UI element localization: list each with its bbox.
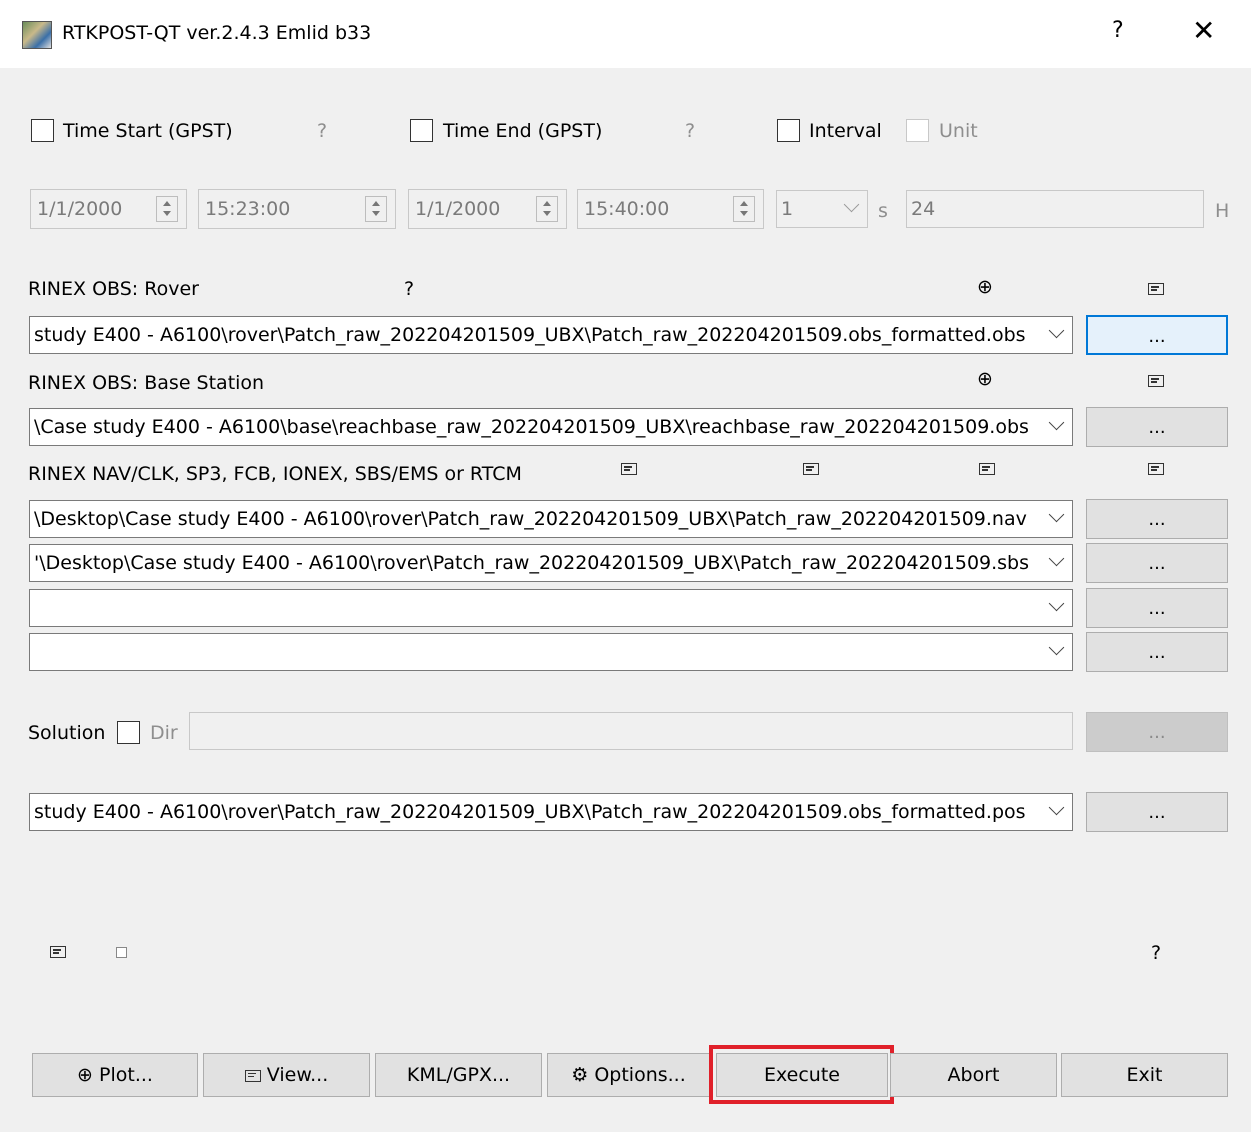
time-end-label: Time End (GPST) — [443, 120, 603, 142]
dir-field[interactable] — [189, 712, 1073, 750]
nav-file-select-3[interactable] — [29, 589, 1073, 627]
solution-label: Solution — [28, 722, 106, 744]
base-plot-icon[interactable]: ⊕ — [977, 370, 993, 389]
chevron-down-icon — [1048, 595, 1065, 612]
spin-arrows-icon[interactable] — [156, 196, 178, 222]
rover-label: RINEX OBS: Rover — [28, 278, 199, 300]
base-browse-button[interactable]: ... — [1086, 407, 1228, 447]
nav-file-select-4[interactable] — [29, 633, 1073, 671]
nav-label: RINEX NAV/CLK, SP3, FCB, IONEX, SBS/EMS … — [28, 463, 522, 485]
execute-highlight — [709, 1045, 894, 1104]
plot-button[interactable]: ⊕ Plot... — [32, 1053, 198, 1097]
nav4-view-icon[interactable] — [1148, 463, 1164, 475]
time-end-checkbox[interactable] — [410, 119, 433, 142]
view-icon — [244, 1069, 261, 1082]
nav4-browse-button[interactable]: ... — [1086, 632, 1228, 672]
unit-suffix: H — [1215, 200, 1230, 222]
interval-select[interactable]: 1 — [776, 190, 868, 228]
output-browse-button[interactable]: ... — [1086, 792, 1228, 832]
nav3-browse-button[interactable]: ... — [1086, 588, 1228, 628]
nav-file-select-1[interactable]: \Desktop\Case study E400 - A6100\rover\P… — [29, 500, 1073, 538]
unit-checkbox[interactable] — [906, 119, 929, 142]
log-view-icon[interactable] — [50, 946, 66, 958]
time-start-label: Time Start (GPST) — [63, 120, 233, 142]
rover-view-icon[interactable] — [1148, 283, 1164, 295]
close-icon[interactable]: ✕ — [1192, 14, 1215, 47]
time-start-help[interactable]: ? — [317, 120, 327, 142]
spin-arrows-icon[interactable] — [733, 196, 755, 222]
kml-gpx-button[interactable]: KML/GPX... — [375, 1053, 542, 1097]
unit-label: Unit — [939, 120, 978, 142]
base-label: RINEX OBS: Base Station — [28, 372, 265, 394]
start-date-field[interactable]: 1/1/2000 — [30, 189, 187, 229]
base-file-select[interactable]: \Case study E400 - A6100\base\reachbase_… — [29, 408, 1073, 446]
window-title: RTKPOST-QT ver.2.4.3 Emlid b33 — [62, 22, 372, 44]
time-start-checkbox[interactable] — [31, 119, 54, 142]
chevron-down-icon — [1048, 550, 1065, 567]
nav1-browse-button[interactable]: ... — [1086, 499, 1228, 539]
exit-button[interactable]: Exit — [1061, 1053, 1228, 1097]
chevron-down-icon — [1048, 639, 1065, 656]
chevron-down-icon — [1048, 506, 1065, 523]
rover-browse-button[interactable]: ... — [1086, 315, 1228, 355]
app-icon — [22, 21, 52, 49]
chevron-down-icon — [1048, 414, 1065, 431]
spin-arrows-icon[interactable] — [536, 196, 558, 222]
rover-file-select[interactable]: study E400 - A6100\rover\Patch_raw_20220… — [29, 316, 1073, 354]
chevron-down-icon — [843, 196, 860, 213]
dir-browse-button[interactable]: ... — [1086, 712, 1228, 752]
spin-arrows-icon[interactable] — [365, 196, 387, 222]
abort-button[interactable]: Abort — [890, 1053, 1057, 1097]
unit-field[interactable]: 24 — [906, 190, 1204, 228]
interval-label: Interval — [809, 120, 882, 142]
nav-file-select-2[interactable]: '\Desktop\Case study E400 - A6100\rover\… — [29, 544, 1073, 582]
chevron-down-icon — [1048, 322, 1065, 339]
help-button[interactable]: ? — [1112, 18, 1124, 43]
solution-dir-checkbox[interactable] — [117, 721, 140, 744]
interval-unit: s — [878, 200, 888, 222]
base-view-icon[interactable] — [1148, 375, 1164, 387]
status-help[interactable]: ? — [1151, 942, 1161, 964]
status-indicator — [116, 947, 127, 958]
nav2-view-icon[interactable] — [803, 463, 819, 475]
view-button[interactable]: View... — [203, 1053, 370, 1097]
time-end-help[interactable]: ? — [685, 120, 695, 142]
options-button[interactable]: ⚙ Options... — [547, 1053, 710, 1097]
rover-help[interactable]: ? — [404, 278, 414, 300]
interval-checkbox[interactable] — [777, 119, 800, 142]
nav1-view-icon[interactable] — [621, 463, 637, 475]
nav2-browse-button[interactable]: ... — [1086, 543, 1228, 583]
plot-icon: ⊕ — [77, 1064, 93, 1086]
chevron-down-icon — [1048, 799, 1065, 816]
output-file-select[interactable]: study E400 - A6100\rover\Patch_raw_20220… — [29, 793, 1073, 831]
dir-label: Dir — [150, 722, 178, 744]
nav3-view-icon[interactable] — [979, 463, 995, 475]
end-time-field[interactable]: 15:40:00 — [577, 189, 764, 229]
start-time-field[interactable]: 15:23:00 — [198, 189, 396, 229]
end-date-field[interactable]: 1/1/2000 — [408, 189, 567, 229]
rover-plot-icon[interactable]: ⊕ — [977, 278, 993, 297]
gear-icon: ⚙ — [571, 1064, 589, 1086]
